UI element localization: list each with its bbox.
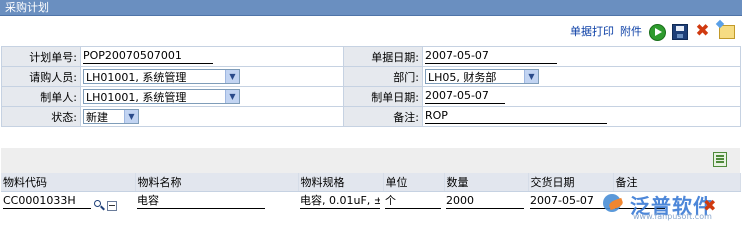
toolbar: 单据打印 附件 ✖ — [570, 21, 735, 41]
requester-label: 请购人员: — [1, 66, 81, 87]
doc-date-label: 单据日期: — [343, 46, 423, 67]
delivery-date-field[interactable]: 2007-05-07 — [530, 194, 610, 209]
chevron-down-icon: ▼ — [124, 110, 138, 123]
logo-icon — [603, 192, 627, 216]
plan-no-label: 计划单号: — [1, 46, 81, 67]
create-date-field[interactable]: 2007-05-07 — [425, 89, 505, 104]
attachment-link[interactable]: 附件 — [620, 23, 642, 39]
material-code-field[interactable]: CC0001033H — [3, 194, 91, 209]
create-date-label: 制单日期: — [343, 86, 423, 107]
watermark-url: www.fanpusoft.com — [633, 212, 712, 221]
doc-date-field[interactable]: 2007-05-07 — [425, 49, 557, 64]
print-link[interactable]: 单据打印 — [570, 23, 614, 39]
chevron-down-icon: ▼ — [524, 70, 538, 83]
window-title: 采购计划 — [5, 1, 49, 14]
dept-select[interactable]: LH05, 财务部 ▼ — [425, 69, 539, 84]
requester-value: LH01001, 系统管理 — [86, 70, 187, 84]
remark-field[interactable]: ROP — [425, 109, 607, 124]
quantity-field[interactable]: 2000 — [446, 194, 524, 209]
remark-label: 备注: — [343, 106, 423, 127]
delete-icon[interactable]: ✖ — [694, 22, 711, 40]
col-header-code: 物料代码 — [1, 173, 136, 192]
grid-toolbar — [1, 148, 740, 173]
dept-value: LH05, 财务部 — [428, 70, 497, 84]
material-spec-field[interactable]: 电容, 0.01uF, ± — [300, 194, 380, 209]
go-icon[interactable] — [648, 23, 666, 41]
status-select[interactable]: 新建 ▼ — [83, 109, 139, 124]
col-header-qty: 数量 — [444, 173, 529, 192]
watermark-logo: 泛普软件 www.fanpusoft.com — [603, 186, 742, 222]
search-icon[interactable] — [94, 200, 105, 211]
save-icon[interactable] — [671, 23, 688, 40]
collapse-icon[interactable] — [107, 200, 117, 211]
new-icon[interactable] — [717, 23, 735, 40]
window-titlebar: 采购计划 — [0, 0, 742, 16]
plan-no-field[interactable]: POP20070507001 — [83, 49, 213, 64]
material-name-field[interactable]: 电容 — [137, 194, 265, 209]
creator-label: 制单人: — [1, 86, 81, 107]
creator-select[interactable]: LH01001, 系统管理 ▼ — [83, 89, 240, 104]
col-header-spec: 物料规格 — [298, 173, 384, 192]
col-header-date: 交货日期 — [528, 173, 614, 192]
col-header-name: 物料名称 — [135, 173, 299, 192]
col-header-unit: 单位 — [383, 173, 445, 192]
plan-form: 计划单号: POP20070507001 单据日期: 2007-05-07 请购… — [1, 46, 741, 127]
chevron-down-icon: ▼ — [225, 70, 239, 83]
requester-select[interactable]: LH01001, 系统管理 ▼ — [83, 69, 240, 84]
excel-export-icon[interactable] — [713, 152, 727, 167]
creator-value: LH01001, 系统管理 — [86, 90, 187, 104]
delete-row-icon[interactable]: ✖ — [703, 196, 716, 215]
status-value: 新建 — [86, 110, 108, 124]
dept-label: 部门: — [343, 66, 423, 87]
chevron-down-icon: ▼ — [225, 90, 239, 103]
unit-field[interactable]: 个 — [385, 194, 441, 209]
status-label: 状态: — [1, 106, 81, 127]
